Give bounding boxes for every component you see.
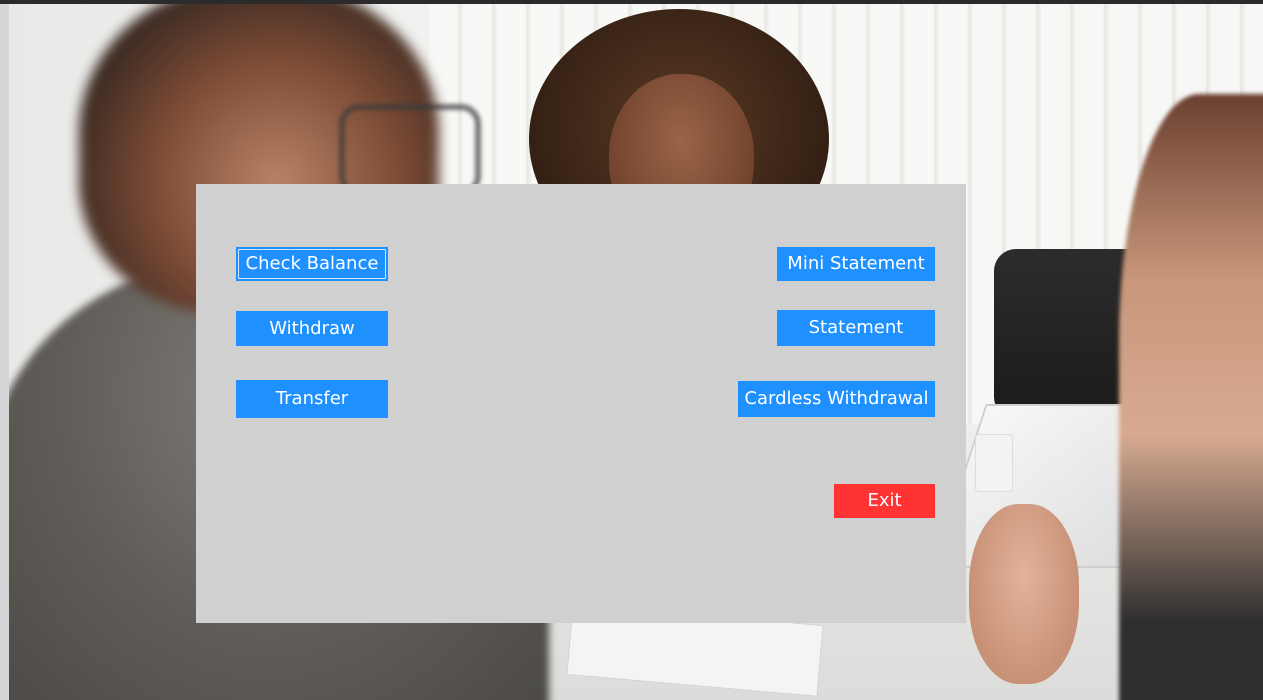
check-balance-button[interactable]: Check Balance <box>236 247 388 281</box>
atm-menu-panel: Check Balance Withdraw Transfer Mini Sta… <box>196 184 966 623</box>
exit-button[interactable]: Exit <box>834 484 935 518</box>
background-person-right <box>1119 94 1263 700</box>
app-window: Check Balance Withdraw Transfer Mini Sta… <box>0 0 1263 700</box>
background-hand <box>969 504 1079 684</box>
window-left-border <box>0 4 9 700</box>
background-glasses <box>339 104 481 196</box>
withdraw-button[interactable]: Withdraw <box>236 311 388 346</box>
transfer-button[interactable]: Transfer <box>236 380 388 418</box>
mini-statement-button[interactable]: Mini Statement <box>777 247 935 281</box>
cardless-withdrawal-button[interactable]: Cardless Withdrawal <box>738 381 935 417</box>
background-cup <box>975 434 1013 492</box>
statement-button[interactable]: Statement <box>777 310 935 346</box>
